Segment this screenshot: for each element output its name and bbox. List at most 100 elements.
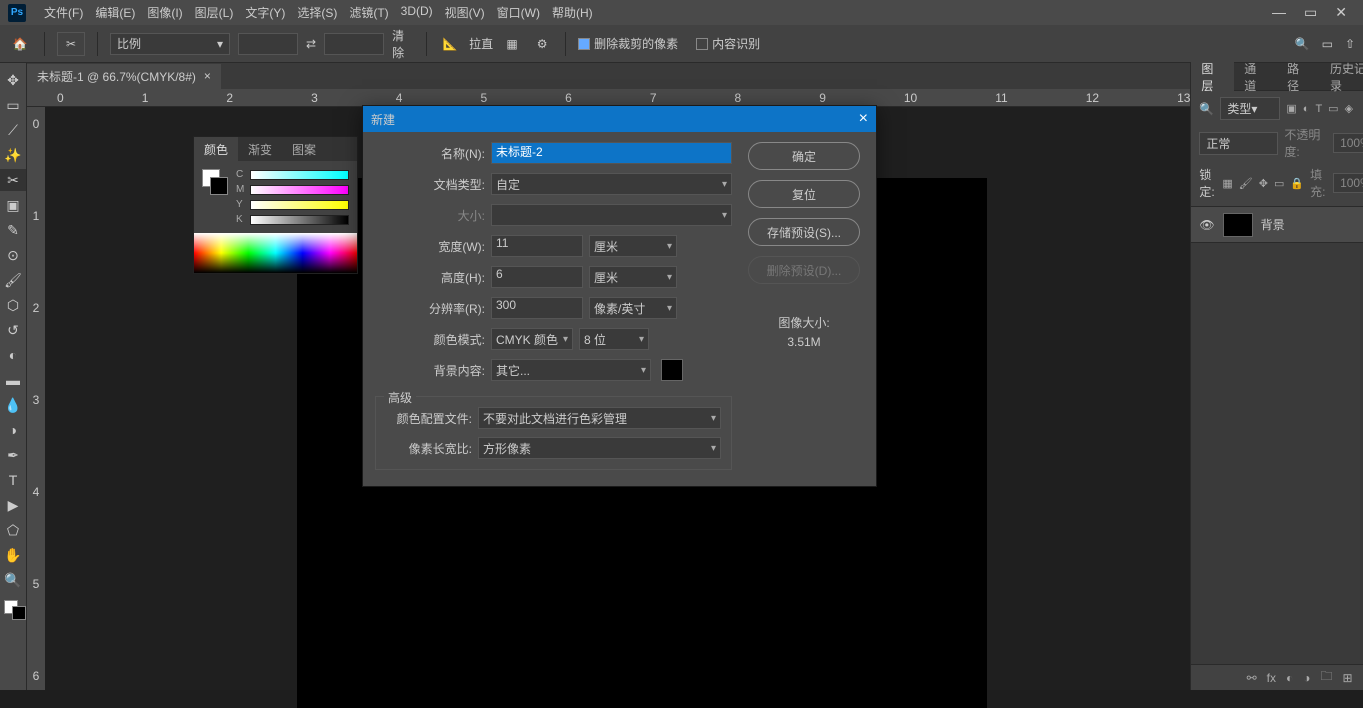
menu-item[interactable]: 窗口(W) [491,2,546,23]
path-select-tool[interactable]: ▶ [0,494,26,516]
gradient-tool[interactable]: ▬ [0,369,26,391]
filter-adjust-icon[interactable]: ◐ [1303,103,1310,115]
magic-wand-tool[interactable]: ✨ [0,144,26,166]
fx-icon[interactable]: fx [1267,671,1276,685]
doc-type-select[interactable]: 自定 [491,173,732,195]
opacity-input[interactable]: 100% [1333,133,1363,153]
color-tab-color[interactable]: 颜色 [194,137,238,161]
filter-type-icon[interactable]: T [1315,103,1322,115]
visibility-icon[interactable]: 👁 [1199,218,1214,232]
resolution-unit-select[interactable]: 像素/英寸 [589,297,677,319]
clear-button[interactable]: 清除 [392,33,414,55]
color-tab-pattern[interactable]: 图案 [282,137,326,161]
delete-cropped-checkbox[interactable] [578,38,590,50]
menu-item[interactable]: 帮助(H) [546,2,599,23]
filter-shape-icon[interactable]: ▭ [1328,102,1338,115]
height-input-field[interactable]: 6 [491,266,583,288]
height-input[interactable] [324,33,384,55]
name-input[interactable]: 未标题-2 [491,142,732,164]
bit-depth-select[interactable]: 8 位 [579,328,649,350]
layer-thumbnail[interactable] [1223,213,1253,237]
height-unit-select[interactable]: 厘米 [589,266,677,288]
eyedropper-tool[interactable]: ✎ [0,219,26,241]
reset-button[interactable]: 复位 [748,180,860,208]
color-tab-gradient[interactable]: 渐变 [238,137,282,161]
pen-tool[interactable]: ✒ [0,444,26,466]
minimize-icon[interactable]: — [1272,4,1286,21]
lasso-tool[interactable]: ⟋ [0,119,26,141]
lock-pixels-icon[interactable]: ▦ [1222,177,1232,190]
brush-tool[interactable]: 🖌 [0,269,26,291]
kind-filter-dropdown[interactable]: 类型 ▾ [1220,97,1280,120]
tab-close-icon[interactable]: × [204,69,211,83]
ok-button[interactable]: 确定 [748,142,860,170]
fill-input[interactable]: 100% [1333,173,1363,193]
menu-item[interactable]: 编辑(E) [89,2,141,23]
lock-artboard-icon[interactable]: ▭ [1274,177,1284,190]
aspect-select[interactable]: 方形像素 [478,437,721,459]
grid-icon[interactable]: ▦ [501,33,523,55]
stamp-tool[interactable]: ⬡ [0,294,26,316]
healing-tool[interactable]: ⊙ [0,244,26,266]
menu-item[interactable]: 文件(F) [38,2,89,23]
home-icon[interactable]: 🏠 [8,32,32,56]
color-swatch[interactable] [202,169,230,197]
maximize-icon[interactable]: ▭ [1304,4,1317,21]
menu-item[interactable]: 选择(S) [291,2,343,23]
color-spectrum[interactable] [194,233,357,273]
width-unit-select[interactable]: 厘米 [589,235,677,257]
width-input[interactable] [238,33,298,55]
bg-content-select[interactable]: 其它... [491,359,651,381]
menu-item[interactable]: 滤镜(T) [343,2,394,23]
hand-tool[interactable]: ✋ [0,544,26,566]
save-preset-button[interactable]: 存储预设(S)... [748,218,860,246]
shape-tool[interactable]: ⬠ [0,519,26,541]
dialog-titlebar[interactable]: 新建 × [363,106,876,132]
m-slider[interactable] [250,185,349,195]
bg-color-swatch[interactable] [661,359,683,381]
crop-tool[interactable]: ✂ [0,169,26,191]
profile-select[interactable]: 不要对此文档进行色彩管理 [478,407,721,429]
dodge-tool[interactable]: ◑ [0,419,26,441]
frame-tool[interactable]: ▣ [0,194,26,216]
new-layer-icon[interactable]: ⊞ [1342,671,1352,685]
eraser-tool[interactable]: ◐ [0,344,26,366]
marquee-tool[interactable]: ▭ [0,94,26,116]
width-input-field[interactable]: 11 [491,235,583,257]
blend-mode-dropdown[interactable]: 正常 [1199,132,1278,155]
resolution-input[interactable]: 300 [491,297,583,319]
close-icon[interactable]: ✕ [1335,4,1347,21]
ratio-preset-dropdown[interactable]: 比例▾ [110,33,230,55]
menu-item[interactable]: 图像(I) [141,2,188,23]
lock-position-icon[interactable]: ✥ [1259,177,1268,190]
share-icon[interactable]: ⇧ [1345,37,1355,51]
menu-item[interactable]: 图层(L) [189,2,240,23]
content-aware-checkbox[interactable] [696,38,708,50]
lock-paint-icon[interactable]: 🖌 [1239,177,1253,190]
menu-item[interactable]: 视图(V) [439,2,491,23]
filter-image-icon[interactable]: ▣ [1286,102,1296,115]
c-slider[interactable] [250,170,349,180]
color-swatches[interactable] [0,600,26,622]
zoom-tool[interactable]: 🔍 [0,569,26,591]
dialog-close-icon[interactable]: × [859,110,868,128]
menu-item[interactable]: 3D(D) [395,2,439,23]
search-mini-icon[interactable]: 🔍 [1199,102,1214,116]
type-tool[interactable]: T [0,469,26,491]
k-slider[interactable] [250,215,349,225]
move-tool[interactable]: ✥ [0,69,26,91]
gear-icon[interactable]: ⚙ [531,33,553,55]
blur-tool[interactable]: 💧 [0,394,26,416]
swap-icon[interactable]: ⇄ [306,37,316,51]
lock-all-icon[interactable]: 🔒 [1290,177,1304,190]
straighten-icon[interactable]: 📐 [439,33,461,55]
y-slider[interactable] [250,200,349,210]
history-brush-tool[interactable]: ↺ [0,319,26,341]
document-tab[interactable]: 未标题-1 @ 66.7%(CMYK/8#) × [27,64,221,89]
menu-item[interactable]: 文字(Y) [239,2,291,23]
link-layers-icon[interactable]: ⚯ [1247,671,1257,685]
group-icon[interactable]: 🗀 [1320,667,1332,688]
adjustment-icon[interactable]: ◑ [1303,671,1310,685]
workspace-icon[interactable]: ▭ [1322,37,1333,51]
color-mode-select[interactable]: CMYK 颜色 [491,328,573,350]
